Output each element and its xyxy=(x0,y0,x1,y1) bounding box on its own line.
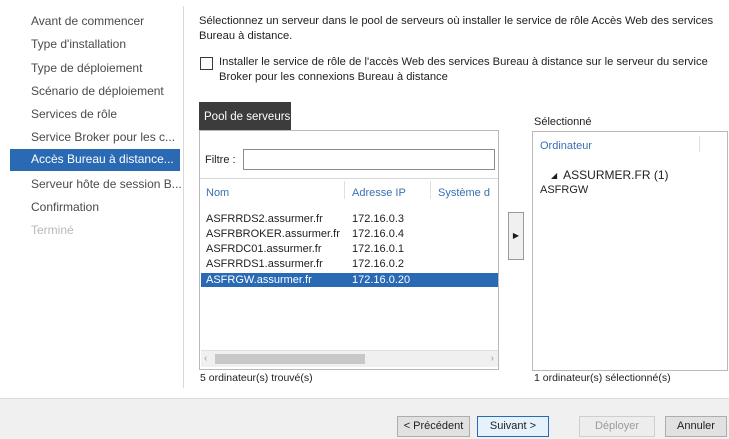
nav-item-termine: Terminé xyxy=(31,223,74,237)
selected-count: 1 ordinateur(s) sélectionné(s) xyxy=(534,372,671,384)
nav-item-service-broker[interactable]: Service Broker pour les c... xyxy=(31,130,175,144)
row-name: ASFRRDS2.assurmer.fr xyxy=(206,213,323,225)
table-row[interactable]: ASFRRDS1.assurmer.fr 172.16.0.2 xyxy=(201,258,498,270)
row-ip: 172.16.0.20 xyxy=(352,274,411,286)
selected-panel: Ordinateur ◢ ASSURMER.FR (1) ASFRGW xyxy=(532,131,728,371)
nav-item-scenario-deploiement[interactable]: Scénario de déploiement xyxy=(31,84,164,98)
server-pool-panel: Filtre : Nom Adresse IP Système d ASFRRD… xyxy=(199,130,499,370)
deploy-button: Déployer xyxy=(579,416,655,437)
column-divider[interactable] xyxy=(344,181,345,199)
nav-item-confirmation[interactable]: Confirmation xyxy=(31,200,99,214)
nav-item-services-role[interactable]: Services de rôle xyxy=(31,107,117,121)
column-header-nom[interactable]: Nom xyxy=(206,187,229,199)
nav-item-serveur-hote-session[interactable]: Serveur hôte de session B... xyxy=(31,177,182,191)
row-name: ASFRGW.assurmer.fr xyxy=(206,274,312,286)
row-ip: 172.16.0.4 xyxy=(352,228,404,240)
found-count: 5 ordinateur(s) trouvé(s) xyxy=(200,372,313,384)
row-name: ASFRRDS1.assurmer.fr xyxy=(206,258,323,270)
group-assurmer[interactable]: ◢ ASSURMER.FR (1) xyxy=(551,168,669,182)
row-name: ASFRBROKER.assurmer.fr xyxy=(206,228,340,240)
wizard-nav: Avant de commencer Type d'installation T… xyxy=(0,0,182,395)
row-ip: 172.16.0.2 xyxy=(352,258,404,270)
column-divider[interactable] xyxy=(699,136,700,152)
nav-item-acces-bureau-distance[interactable]: Accès Bureau à distance... xyxy=(10,149,180,171)
table-row[interactable]: ASFRBROKER.assurmer.fr 172.16.0.4 xyxy=(201,228,498,240)
table-row[interactable]: ASFRDC01.assurmer.fr 172.16.0.1 xyxy=(201,243,498,255)
arrow-right-icon: ▶ xyxy=(512,231,520,240)
cancel-button[interactable]: Annuler xyxy=(665,416,727,437)
previous-button[interactable]: < Précédent xyxy=(397,416,470,437)
column-divider[interactable] xyxy=(430,181,431,199)
chevron-right-icon[interactable]: › xyxy=(491,353,494,364)
column-header-adresse-ip[interactable]: Adresse IP xyxy=(352,187,406,199)
scrollbar-thumb[interactable] xyxy=(215,354,365,364)
row-ip: 172.16.0.1 xyxy=(352,243,404,255)
page-description: Sélectionnez un serveur dans le pool de … xyxy=(199,15,714,42)
install-on-broker-checkbox[interactable] xyxy=(200,57,213,70)
filter-label: Filtre : xyxy=(205,154,236,166)
row-ip: 172.16.0.3 xyxy=(352,213,404,225)
chevron-left-icon[interactable]: ‹ xyxy=(204,353,207,364)
next-button[interactable]: Suivant > xyxy=(477,416,549,437)
selected-item[interactable]: ASFRGW xyxy=(540,184,588,196)
nav-item-type-installation[interactable]: Type d'installation xyxy=(31,37,126,51)
table-row[interactable]: ASFRRDS2.assurmer.fr 172.16.0.3 xyxy=(201,213,498,225)
filter-input[interactable] xyxy=(243,149,495,170)
nav-item-type-deploiement[interactable]: Type de déploiement xyxy=(31,61,142,75)
row-name: ASFRDC01.assurmer.fr xyxy=(206,243,322,255)
tab-pool-de-serveurs[interactable]: Pool de serveurs xyxy=(199,102,291,130)
nav-item-avant-de-commencer[interactable]: Avant de commencer xyxy=(31,14,144,28)
horizontal-scrollbar[interactable]: ‹ › xyxy=(201,350,498,367)
column-header-separator xyxy=(200,178,498,179)
nav-divider xyxy=(183,6,184,388)
selected-title: Sélectionné xyxy=(534,116,592,128)
table-row-selected[interactable]: ASFRGW.assurmer.fr 172.16.0.20 xyxy=(201,273,498,287)
add-to-selection-button[interactable]: ▶ xyxy=(508,212,524,260)
group-label: ASSURMER.FR (1) xyxy=(563,168,669,182)
column-header-ordinateur[interactable]: Ordinateur xyxy=(540,140,592,152)
install-on-broker-label[interactable]: Installer le service de rôle de l'accès … xyxy=(219,55,719,85)
triangle-down-icon[interactable]: ◢ xyxy=(551,171,557,180)
column-header-systeme[interactable]: Système d xyxy=(438,187,498,199)
